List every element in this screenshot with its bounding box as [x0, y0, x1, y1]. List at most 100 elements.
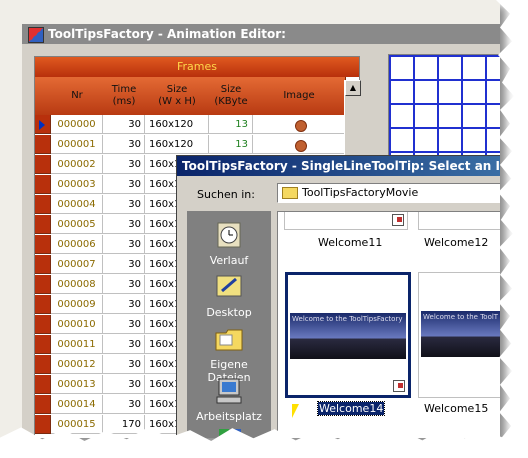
- thumbnail-image: Welcome to the ToolTipsFactory: [290, 313, 406, 359]
- row-header[interactable]: [35, 135, 51, 154]
- cell-time[interactable]: 30: [103, 275, 145, 294]
- cell-time[interactable]: 30: [103, 375, 145, 394]
- row-header[interactable]: [35, 315, 51, 334]
- background-top: [0, 0, 500, 24]
- place-label: Arbeitsplatz: [196, 410, 262, 423]
- cell-nr[interactable]: 000013: [51, 375, 103, 394]
- cell-time[interactable]: 170: [103, 415, 145, 434]
- frame-thumbnail-icon: [295, 140, 307, 152]
- column-header-nr[interactable]: Nr: [51, 77, 104, 115]
- cell-kbyte[interactable]: 13: [209, 115, 253, 134]
- cell-time[interactable]: 30: [103, 255, 145, 274]
- cell-nr[interactable]: 000014: [51, 395, 103, 414]
- row-header-corner: [35, 77, 52, 115]
- file-name-welcome11[interactable]: Welcome11: [318, 236, 382, 249]
- cell-size[interactable]: 160x120: [145, 135, 209, 154]
- thumbnail-caption: Welcome to the ToolT: [423, 313, 499, 321]
- cell-time[interactable]: 30: [103, 135, 145, 154]
- file-thumb-welcome12[interactable]: [418, 212, 500, 230]
- file-list[interactable]: Welcome11 Welcome12 Welcome to the ToolT…: [277, 211, 500, 438]
- cell-nr[interactable]: 000003: [51, 175, 103, 194]
- cell-time[interactable]: 30: [103, 295, 145, 314]
- file-name-welcome15[interactable]: Welcome15: [424, 402, 488, 415]
- frame-thumbnail-icon: [295, 120, 307, 132]
- place-label: Desktop: [206, 306, 252, 319]
- row-header[interactable]: [35, 235, 51, 254]
- cell-nr[interactable]: 000012: [51, 355, 103, 374]
- cell-image[interactable]: [253, 115, 345, 134]
- column-header-size[interactable]: Size (W x H): [145, 77, 210, 115]
- row-header[interactable]: [35, 255, 51, 274]
- cell-nr[interactable]: 000009: [51, 295, 103, 314]
- cell-nr[interactable]: 000004: [51, 195, 103, 214]
- app-icon: [28, 27, 44, 43]
- column-header-time[interactable]: Time (ms): [103, 77, 146, 115]
- my-computer-icon: [216, 378, 242, 404]
- thumbnail-image: Welcome to the ToolT: [421, 311, 500, 357]
- cell-nr[interactable]: 000011: [51, 335, 103, 354]
- row-header[interactable]: [35, 295, 51, 314]
- row-header[interactable]: [35, 395, 51, 414]
- table-row[interactable]: 000001 30 160x120 13: [35, 135, 345, 155]
- place-verlauf[interactable]: Verlauf: [187, 221, 271, 267]
- file-thumb-welcome11[interactable]: [284, 212, 408, 230]
- file-name-welcome12[interactable]: Welcome12: [424, 236, 488, 249]
- place-label: Verlauf: [209, 254, 249, 267]
- row-header[interactable]: [35, 355, 51, 374]
- my-documents-icon: [215, 329, 243, 351]
- cell-size[interactable]: 160x120: [145, 115, 209, 134]
- places-bar: Verlauf Desktop Eigene Dateien Arbeitspl…: [187, 211, 271, 438]
- row-header[interactable]: [35, 275, 51, 294]
- row-header[interactable]: [35, 215, 51, 234]
- frames-banner: Frames: [35, 57, 359, 77]
- row-header[interactable]: [35, 335, 51, 354]
- look-in-dropdown[interactable]: ToolTipsFactoryMovie: [277, 183, 500, 203]
- cell-nr[interactable]: 000010: [51, 315, 103, 334]
- place-eigene-dateien[interactable]: Eigene Dateien: [187, 325, 271, 384]
- cell-nr[interactable]: 000002: [51, 155, 103, 174]
- row-header[interactable]: [35, 415, 51, 434]
- cell-time[interactable]: 30: [103, 215, 145, 234]
- cell-time[interactable]: 30: [103, 195, 145, 214]
- cell-time[interactable]: 30: [103, 395, 145, 414]
- cell-nr[interactable]: 000000: [51, 115, 103, 134]
- image-file-icon: [392, 214, 404, 226]
- cell-nr[interactable]: 000015: [51, 415, 103, 434]
- file-thumb-welcome15[interactable]: Welcome to the ToolT: [418, 272, 500, 398]
- row-header[interactable]: [35, 175, 51, 194]
- cell-nr[interactable]: 000008: [51, 275, 103, 294]
- cell-nr[interactable]: 000001: [51, 135, 103, 154]
- thumbnail-caption: Welcome to the ToolTipsFactory: [292, 315, 403, 323]
- cell-image[interactable]: [253, 135, 345, 154]
- place-arbeitsplatz[interactable]: Arbeitsplatz: [187, 377, 271, 423]
- cell-kbyte[interactable]: 13: [209, 135, 253, 154]
- file-thumb-welcome14[interactable]: Welcome to the ToolTipsFactory: [285, 272, 411, 398]
- mouse-cursor-icon: [292, 404, 299, 418]
- cell-nr[interactable]: 000006: [51, 235, 103, 254]
- history-icon: [217, 222, 241, 248]
- file-name-welcome14[interactable]: Welcome14: [316, 401, 386, 416]
- place-desktop[interactable]: Desktop: [187, 273, 271, 319]
- screenshot: ToolTipsFactory - Animation Editor: Fram…: [0, 0, 500, 438]
- cell-time[interactable]: 30: [103, 175, 145, 194]
- cell-nr[interactable]: 000005: [51, 215, 103, 234]
- look-in-label: Suchen in:: [197, 188, 255, 201]
- table-row[interactable]: 000000 30 160x120 13: [35, 115, 345, 135]
- current-row-arrow-icon: [39, 120, 45, 130]
- row-header[interactable]: [35, 115, 51, 134]
- dialog-title[interactable]: ToolTipsFactory - SingleLineToolTip: Sel…: [177, 156, 500, 176]
- cell-time[interactable]: 30: [103, 155, 145, 174]
- scroll-up-button[interactable]: ▲: [345, 80, 361, 96]
- cell-time[interactable]: 30: [103, 315, 145, 334]
- cell-nr[interactable]: 000007: [51, 255, 103, 274]
- cell-time[interactable]: 30: [103, 235, 145, 254]
- row-header[interactable]: [35, 375, 51, 394]
- column-header-kbyte[interactable]: Size (KByte: [209, 77, 254, 115]
- cell-time[interactable]: 30: [103, 335, 145, 354]
- row-header[interactable]: [35, 195, 51, 214]
- row-header[interactable]: [35, 155, 51, 174]
- cell-time[interactable]: 30: [103, 355, 145, 374]
- cell-time[interactable]: 30: [103, 115, 145, 134]
- column-header-image[interactable]: Image: [253, 77, 346, 115]
- window-title: ToolTipsFactory - Animation Editor:: [48, 27, 286, 41]
